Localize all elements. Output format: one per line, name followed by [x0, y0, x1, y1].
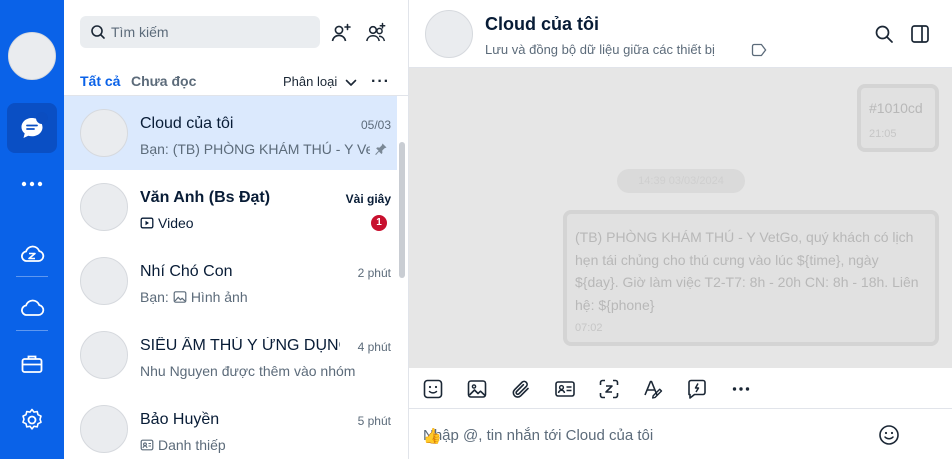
contact-card-icon[interactable]: [554, 378, 576, 400]
attachment-icon[interactable]: [510, 378, 532, 400]
chevron-down-icon[interactable]: [344, 76, 358, 90]
chat-title: Cloud của tôi: [485, 14, 599, 34]
quick-message-icon[interactable]: [686, 378, 708, 400]
scrollbar[interactable]: [399, 142, 405, 278]
preview-text: Bạn: (TB) PHÒNG KHÁM THÚ - Y Vet: [140, 141, 370, 157]
preview-text: Danh thiếp: [158, 437, 226, 453]
tab-all[interactable]: Tất cả: [80, 73, 120, 89]
conversation-time: 4 phút: [357, 340, 391, 354]
filter-tabs: Tất cả Chưa đọc Phân loại ···: [80, 72, 392, 97]
message-bubble[interactable]: #1010cd 21:05: [857, 84, 939, 152]
message-text: (TB) PHÒNG KHÁM THÚ - Y VetGo, quý khách…: [575, 229, 919, 313]
video-icon: [140, 217, 154, 229]
image-icon[interactable]: [466, 378, 488, 400]
cloud-icon[interactable]: [18, 294, 46, 322]
avatar: [80, 331, 128, 379]
conversation-item[interactable]: Nhí Chó Con 2 phút Bạn: Hình ảnh: [64, 244, 397, 318]
conversation-preview: Bạn: Hình ảnh: [140, 289, 370, 305]
message-time: 07:02: [575, 322, 603, 334]
conversation-item[interactable]: Văn Anh (Bs Đạt) Vài giây Video 1: [64, 170, 397, 244]
conversation-name: SIÊU ÂM THÚ Y ỨNG DỤNG I: [140, 337, 340, 354]
more-icon[interactable]: [18, 170, 46, 198]
message-area: #1010cd 21:05 14:39 03/03/2024 (TB) PHÒN…: [409, 68, 952, 368]
image-icon: [173, 291, 187, 303]
conversation-preview: Nhu Nguyen được thêm vào nhóm: [140, 363, 370, 379]
date-separator: 14:39 03/03/2024: [617, 169, 745, 193]
preview-sender: Bạn:: [140, 289, 169, 305]
text-format-icon[interactable]: [642, 378, 664, 400]
conversation-time: 05/03: [360, 118, 391, 132]
conversation-preview: Danh thiếp: [140, 437, 370, 453]
message-input-placeholder: Nhập @, tin nhắn tới Cloud của tôi: [423, 427, 654, 444]
search-icon[interactable]: [874, 24, 894, 44]
more-options-button[interactable]: ···: [371, 73, 390, 91]
divider: [16, 276, 48, 277]
conversation-item[interactable]: SIÊU ÂM THÚ Y ỨNG DỤNG I 4 phút Nhu Nguy…: [64, 318, 397, 392]
conversation-name: Nhí Chó Con: [140, 263, 233, 280]
search-input[interactable]: Tìm kiếm: [80, 16, 320, 48]
message-bubble[interactable]: (TB) PHÒNG KHÁM THÚ - Y VetGo, quý khách…: [563, 210, 939, 346]
create-group-icon[interactable]: [365, 22, 387, 44]
conversation-name: Bảo Huyền: [140, 411, 220, 428]
more-icon[interactable]: [730, 378, 752, 400]
briefcase-icon[interactable]: [18, 350, 46, 378]
conversation-name: Cloud của tôi: [140, 115, 234, 132]
composer-toolbar: [409, 368, 952, 409]
chat-header: Cloud của tôi Lưu và đồng bộ dữ liệu giữ…: [409, 0, 952, 68]
preview-text: Video: [158, 215, 194, 231]
contact-card-icon: [140, 439, 154, 451]
add-friend-icon[interactable]: [330, 22, 352, 44]
preview-text: Hình ảnh: [190, 289, 248, 305]
conversation-item[interactable]: Cloud của tôi 05/03 Bạn: (TB) PHÒNG KHÁM…: [64, 96, 397, 170]
preview-text: Nhu Nguyen được thêm vào nhóm: [140, 363, 356, 379]
sticker-icon[interactable]: [422, 378, 444, 400]
sidebar-toggle-icon[interactable]: [910, 24, 930, 44]
conversation-name: Văn Anh (Bs Đạt): [140, 189, 271, 206]
conversation-time: 2 phút: [357, 266, 391, 280]
conversation-time: Vài giây: [345, 192, 391, 206]
avatar: [80, 257, 128, 305]
screenshot-icon[interactable]: [598, 378, 620, 400]
conversation-item[interactable]: Bảo Huyền 5 phút Danh thiếp: [64, 392, 397, 459]
emoji-icon[interactable]: [878, 424, 900, 446]
message-time: 21:05: [869, 128, 897, 140]
notification-dot: [36, 112, 48, 124]
avatar[interactable]: [425, 10, 473, 58]
divider: [16, 330, 48, 331]
chat-panel: Cloud của tôi Lưu và đồng bộ dữ liệu giữ…: [409, 0, 952, 459]
conversation-time: 5 phút: [357, 414, 391, 428]
conversation-preview: Video: [140, 215, 370, 231]
unread-badge: 1: [371, 215, 387, 231]
avatar: [80, 183, 128, 231]
avatar[interactable]: [8, 32, 56, 80]
search-placeholder: Tìm kiếm: [111, 24, 169, 40]
tag-icon[interactable]: [751, 43, 767, 57]
conversation-list-panel: Tìm kiếm Tất cả Chưa đọc Phân loại ··· C…: [64, 0, 409, 459]
zcloud-icon[interactable]: [18, 240, 46, 268]
tab-unread[interactable]: Chưa đọc: [131, 73, 196, 89]
nav-rail: [0, 0, 64, 459]
settings-icon[interactable]: [18, 406, 46, 434]
avatar: [80, 109, 128, 157]
avatar: [80, 405, 128, 453]
pin-icon: [375, 143, 387, 155]
thumbs-up-icon[interactable]: 👍: [423, 427, 442, 445]
message-input[interactable]: Nhập @, tin nhắn tới Cloud của tôi 👍: [409, 409, 952, 459]
classify-dropdown[interactable]: Phân loại: [283, 74, 337, 89]
chat-subtitle: Lưu và đồng bộ dữ liệu giữa các thiết bị: [485, 42, 715, 57]
search-icon: [91, 25, 105, 39]
conversation-preview: Bạn: (TB) PHÒNG KHÁM THÚ - Y Vet: [140, 141, 370, 157]
message-text: #1010cd: [869, 100, 923, 116]
